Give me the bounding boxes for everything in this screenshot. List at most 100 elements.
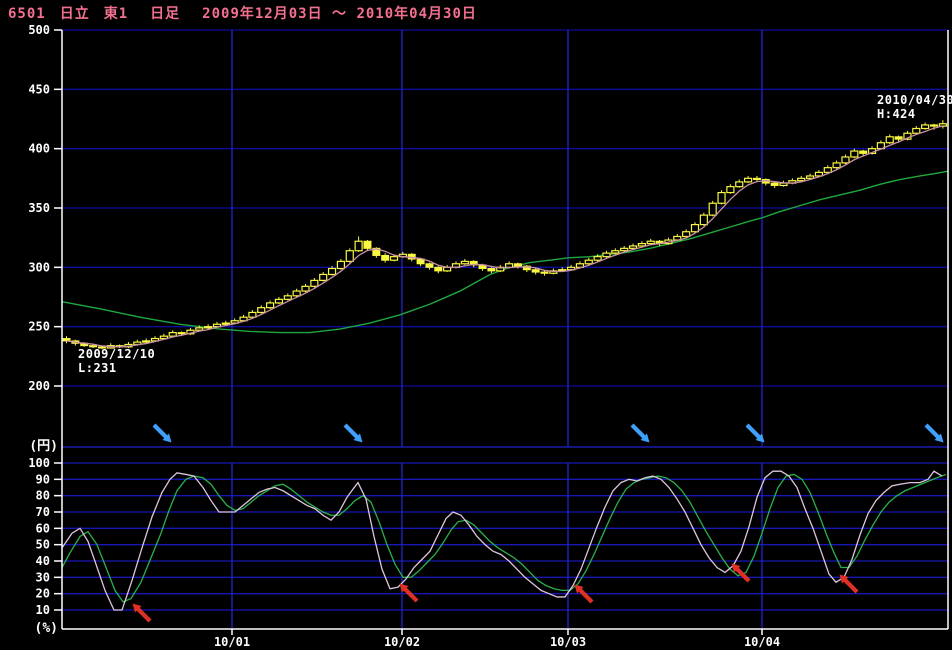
bullish-candle bbox=[612, 251, 619, 253]
bullish-candle bbox=[807, 176, 814, 178]
buy-signal-arrows bbox=[133, 564, 858, 622]
bullish-candle bbox=[205, 327, 212, 328]
bullish-candle bbox=[621, 248, 628, 250]
bullish-candle bbox=[603, 253, 610, 257]
bullish-candle bbox=[630, 246, 637, 248]
bullish-candle bbox=[718, 193, 725, 204]
bullish-candle bbox=[391, 257, 398, 261]
month-tick-label: 10/01 bbox=[214, 635, 250, 649]
sell-signal-arrow bbox=[154, 425, 172, 443]
bullish-candle bbox=[302, 286, 309, 291]
percent-tick-label: 40 bbox=[36, 554, 50, 568]
bullish-candle bbox=[647, 241, 654, 243]
bearish-candle bbox=[364, 241, 371, 248]
bullish-candle bbox=[311, 280, 318, 286]
bullish-candle bbox=[727, 187, 734, 193]
percent-tick-label: 20 bbox=[36, 587, 50, 601]
percent-tick-label: 30 bbox=[36, 570, 50, 584]
bullish-candle bbox=[824, 168, 831, 173]
price-tick-label: 450 bbox=[28, 82, 50, 96]
bullish-candle bbox=[691, 225, 698, 232]
price-tick-label: 500 bbox=[28, 23, 50, 37]
bearish-candle bbox=[860, 151, 867, 153]
sell-signal-arrow bbox=[926, 425, 944, 443]
stochastic-slow-line bbox=[62, 474, 946, 601]
percent-tick-label: 60 bbox=[36, 521, 50, 535]
bullish-candle bbox=[267, 303, 274, 308]
bullish-candle bbox=[506, 264, 513, 268]
short-ma-line bbox=[67, 126, 943, 347]
bearish-candle bbox=[435, 267, 442, 271]
chart-app-window: 6501日立東1日足2009年12月03日 ～ 2010年04月30日 5004… bbox=[0, 0, 952, 650]
bullish-candle bbox=[284, 296, 291, 300]
bullish-candle bbox=[594, 257, 601, 261]
bearish-candle bbox=[63, 339, 70, 341]
bullish-candle bbox=[222, 323, 229, 324]
bullish-candle bbox=[736, 182, 743, 187]
buy-signal-arrow bbox=[133, 604, 151, 622]
month-tick-label: 10/04 bbox=[744, 635, 780, 649]
bullish-candle bbox=[143, 341, 150, 342]
bearish-candle bbox=[930, 125, 937, 126]
bullish-candle bbox=[355, 241, 362, 250]
percent-tick-label: 70 bbox=[36, 505, 50, 519]
month-tick-label: 10/02 bbox=[384, 635, 420, 649]
bullish-candle bbox=[798, 178, 805, 180]
bullish-candle bbox=[293, 291, 300, 296]
bullish-candle bbox=[461, 261, 468, 263]
price-tick-label: 250 bbox=[28, 320, 50, 334]
bullish-candle bbox=[745, 178, 752, 182]
stock-chart-canvas: 500 450 400 350 300 250 200 100 90 80 70 60 50 40 30 20… bbox=[0, 0, 952, 650]
bearish-candle bbox=[514, 264, 521, 266]
stochastic-lines bbox=[62, 471, 946, 610]
sell-signal-arrow bbox=[632, 425, 650, 443]
short-ma-polyline bbox=[67, 126, 943, 347]
percent-tick-label: 50 bbox=[36, 538, 50, 552]
percent-tick-label: 100 bbox=[28, 456, 50, 470]
bullish-candle bbox=[196, 328, 203, 330]
price-tick-label: 350 bbox=[28, 201, 50, 215]
bearish-candle bbox=[541, 272, 548, 273]
bullish-candle bbox=[169, 333, 176, 337]
bullish-candle bbox=[922, 125, 929, 129]
sell-signal-arrow bbox=[345, 425, 363, 443]
bearish-candle bbox=[382, 255, 389, 260]
bearish-candle bbox=[771, 183, 778, 185]
high-annotation-date: 2010/04/30 bbox=[877, 93, 952, 107]
bullish-candle bbox=[320, 274, 327, 280]
bullish-candle bbox=[700, 215, 707, 224]
bullish-candle bbox=[337, 261, 344, 268]
bullish-candle bbox=[913, 128, 920, 133]
main-chart-grid bbox=[62, 30, 948, 447]
bullish-candle bbox=[709, 203, 716, 215]
percent-tick-label: 80 bbox=[36, 489, 50, 503]
bullish-candle bbox=[683, 232, 690, 237]
long-ma-line bbox=[62, 171, 948, 332]
price-tick-label: 400 bbox=[28, 142, 50, 156]
bearish-candle bbox=[532, 270, 539, 272]
bullish-candle bbox=[346, 251, 353, 262]
bullish-candle bbox=[939, 124, 946, 126]
bullish-candle bbox=[851, 151, 858, 157]
long-ma-polyline bbox=[62, 171, 948, 332]
bullish-candle bbox=[638, 244, 645, 246]
percent-tick-label: 90 bbox=[36, 472, 50, 486]
oscillator-grid bbox=[62, 463, 948, 629]
bearish-candle bbox=[488, 269, 495, 271]
bullish-candle bbox=[249, 312, 256, 317]
low-annotation-date: 2009/12/10 bbox=[78, 347, 155, 361]
bearish-candle bbox=[895, 137, 902, 139]
high-annotation-value: H:424 bbox=[877, 107, 916, 121]
bullish-candle bbox=[329, 269, 336, 275]
bearish-candle bbox=[753, 178, 760, 179]
bearish-candle bbox=[426, 264, 433, 268]
price-tick-label: 200 bbox=[28, 379, 50, 393]
bullish-candle bbox=[585, 260, 592, 264]
oscillator-unit-label: (%) bbox=[35, 621, 58, 636]
bearish-candle bbox=[178, 333, 185, 334]
price-tick-label: 300 bbox=[28, 260, 50, 274]
month-tick-label: 10/03 bbox=[550, 635, 586, 649]
main-unit-label: (円) bbox=[29, 439, 58, 454]
bullish-candle bbox=[886, 137, 893, 143]
bullish-candle bbox=[258, 308, 265, 313]
